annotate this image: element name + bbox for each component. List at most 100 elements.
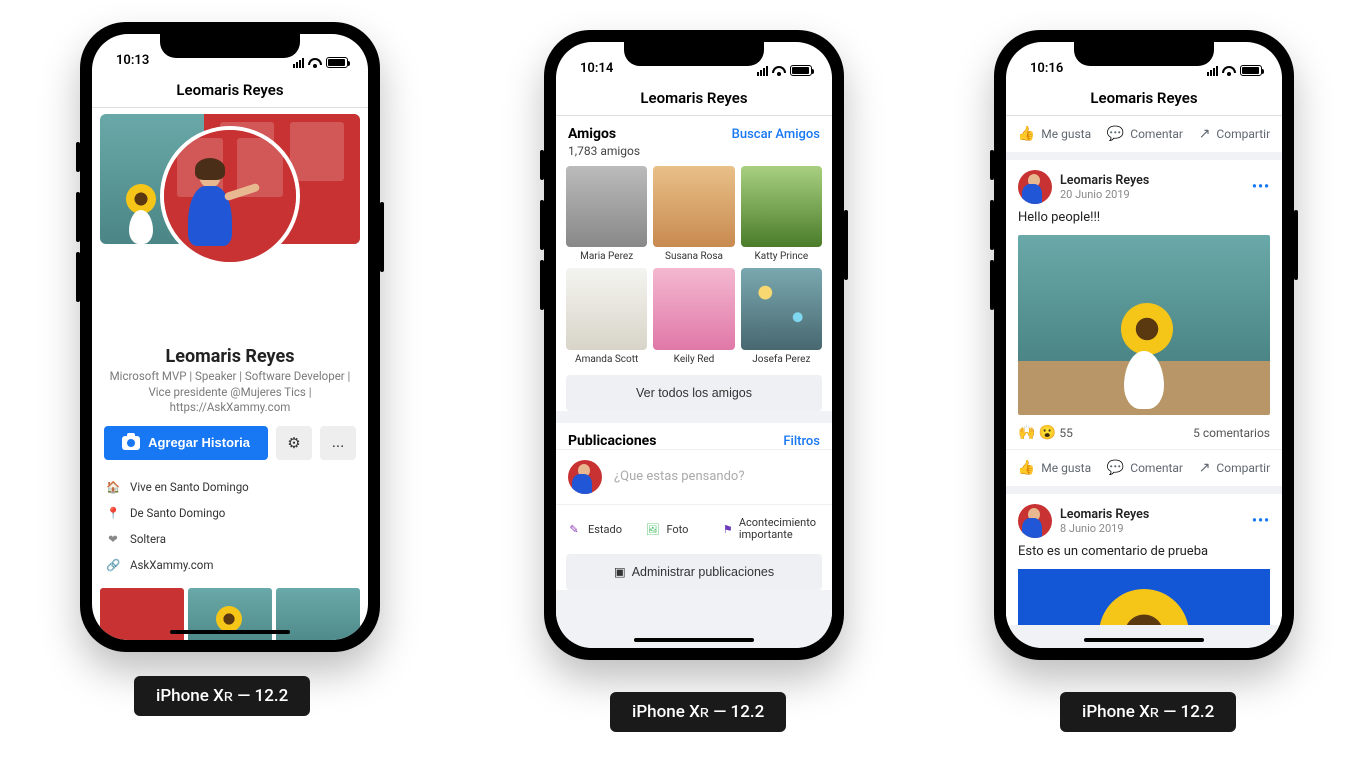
friends-grid: Maria Perez Susana Rosa Katty Prince Ama…	[556, 166, 832, 375]
manage-posts-button[interactable]: ▣ Administrar publicaciones	[566, 554, 822, 590]
friend-card[interactable]: Amanda Scott	[566, 268, 647, 364]
composer-avatar	[568, 460, 602, 494]
home-icon: 🏠	[106, 480, 120, 494]
more-button[interactable]: ...	[320, 426, 356, 460]
device-frame-1: 10:13 Leomaris Reyes Leomaris Reyes Micr…	[80, 22, 380, 652]
info-row-status[interactable]: ❤ Soltera	[106, 526, 354, 552]
manage-icon: ▣	[614, 565, 626, 579]
post-image[interactable]	[1018, 235, 1270, 415]
manage-label: Administrar publicaciones	[632, 565, 774, 579]
comments-count[interactable]: 5 comentarios	[1193, 426, 1270, 440]
add-story-button[interactable]: Agregar Historia	[104, 426, 268, 460]
post-menu-button[interactable]: •••	[1252, 513, 1270, 529]
status-button[interactable]: ✎Estado	[562, 513, 640, 546]
profile-name: Leomaris Reyes	[104, 346, 356, 367]
friend-card[interactable]: Susana Rosa	[653, 166, 734, 262]
friend-name: Amanda Scott	[575, 354, 638, 365]
wifi-icon	[772, 66, 786, 76]
reaction-count[interactable]: 55	[1059, 426, 1073, 440]
screen-2: 10:14 Leomaris Reyes Amigos Buscar Amigo…	[556, 42, 832, 648]
thumb-icon: 👍	[1018, 126, 1035, 142]
wifi-icon	[1222, 66, 1236, 76]
friends-scroll[interactable]: Amigos Buscar Amigos 1,783 amigos Maria …	[556, 116, 832, 648]
profile-scroll[interactable]: Leomaris Reyes Microsoft MVP | Speaker |…	[92, 108, 368, 640]
info-row-home[interactable]: 🏠 Vive en Santo Domingo	[106, 474, 354, 500]
device-label-1: iPhone Xʀ — 12.2	[134, 676, 310, 716]
event-button[interactable]: ⚑Acontecimiento importante	[719, 513, 826, 546]
about-list: 🏠 Vive en Santo Domingo 📍De Santo Domingo…	[92, 470, 368, 582]
post-avatar[interactable]	[1018, 504, 1052, 538]
like-button[interactable]: 👍Me gusta	[1018, 460, 1091, 476]
action-label: Estado	[588, 523, 622, 536]
battery-icon	[1240, 65, 1262, 76]
screen-1: 10:13 Leomaris Reyes Leomaris Reyes Micr…	[92, 34, 368, 640]
share-icon: ↗	[1199, 126, 1211, 142]
heart-icon: ❤	[106, 532, 120, 546]
post-date: 20 Junio 2019	[1060, 188, 1149, 201]
battery-icon	[326, 57, 348, 68]
friend-card[interactable]: Keily Red	[653, 268, 734, 364]
info-row-link[interactable]: 🔗 AskXammy.com	[106, 552, 354, 578]
reaction-icons[interactable]: 🙌 😮	[1018, 425, 1056, 441]
profile-avatar[interactable]	[160, 126, 300, 266]
nav-title: Leomaris Reyes	[92, 72, 368, 108]
feed-scroll[interactable]: 👍Me gusta 💬Comentar ↗Compartir Leomaris …	[1006, 116, 1282, 648]
link-icon: 🔗	[106, 558, 120, 572]
like-button[interactable]: 👍Me gusta	[1018, 126, 1091, 142]
info-text: AskXammy.com	[130, 558, 213, 572]
friend-name: Josefa Perez	[752, 354, 810, 365]
gear-icon: ⚙	[287, 434, 300, 452]
friend-card[interactable]: Josefa Perez	[741, 268, 822, 364]
clock: 10:16	[1030, 61, 1063, 76]
post-avatar[interactable]	[1018, 170, 1052, 204]
nav-title: Leomaris Reyes	[556, 80, 832, 116]
post-author[interactable]: Leomaris Reyes	[1060, 507, 1149, 522]
friend-card[interactable]: Maria Perez	[566, 166, 647, 262]
post-header: Leomaris Reyes 20 Junio 2019 •••	[1006, 160, 1282, 210]
signal-icon	[293, 58, 304, 68]
photo-button[interactable]: 🖼Foto	[640, 513, 718, 546]
camera-icon	[122, 436, 140, 450]
comment-icon: 💬	[1107, 126, 1124, 142]
composer[interactable]: ¿Que estas pensando?	[556, 449, 832, 504]
home-indicator[interactable]	[1084, 638, 1204, 642]
home-indicator[interactable]	[634, 638, 754, 642]
more-icon: ...	[332, 434, 345, 451]
signal-icon	[1207, 66, 1218, 76]
device-frame-3: 10:16 Leomaris Reyes 👍Me gusta 💬 Comentar…	[994, 30, 1294, 660]
action-label: Compartir	[1216, 461, 1270, 475]
posts-header: Publicaciones	[568, 433, 656, 449]
share-button[interactable]: ↗Compartir	[1199, 126, 1270, 142]
device-frame-2: 10:14 Leomaris Reyes Amigos Buscar Amigo…	[544, 30, 844, 660]
share-button[interactable]: ↗Compartir	[1199, 460, 1270, 476]
comment-button[interactable]: 💬Comentar	[1107, 460, 1183, 476]
action-label: Comentar	[1130, 127, 1183, 141]
friends-count: 1,783 amigos	[556, 142, 832, 166]
signal-icon	[757, 66, 768, 76]
home-indicator[interactable]	[170, 630, 290, 634]
settings-button[interactable]: ⚙	[276, 426, 312, 460]
post-menu-button[interactable]: •••	[1252, 179, 1270, 195]
post-text: Esto es un comentario de prueba	[1006, 544, 1282, 565]
post-author[interactable]: Leomaris Reyes	[1060, 173, 1149, 188]
device-label-3: iPhone Xʀ — 12.2	[1060, 692, 1236, 732]
find-friends-link[interactable]: Buscar Amigos	[732, 127, 820, 142]
post-header: Leomaris Reyes 8 Junio 2019 •••	[1006, 494, 1282, 544]
see-all-friends-button[interactable]: Ver todos los amigos	[566, 375, 822, 411]
info-text: Vive en Santo Domingo	[130, 480, 249, 494]
post-image[interactable]	[1018, 569, 1270, 625]
action-label: Acontecimiento importante	[739, 517, 822, 542]
info-text: Soltera	[130, 532, 166, 546]
action-label: Comentar	[1130, 461, 1183, 475]
comment-button[interactable]: 💬 Comentar	[1107, 126, 1183, 142]
filters-link[interactable]: Filtros	[783, 434, 820, 449]
photo-icon: 🖼	[644, 523, 660, 536]
info-row-from[interactable]: 📍De Santo Domingo	[106, 500, 354, 526]
friend-name: Keily Red	[674, 354, 715, 365]
pin-icon: 📍	[106, 506, 120, 520]
friend-card[interactable]: Katty Prince	[741, 166, 822, 262]
wifi-icon	[308, 58, 322, 68]
composer-placeholder: ¿Que estas pensando?	[614, 469, 744, 484]
friend-name: Susana Rosa	[665, 251, 723, 262]
friends-section: Amigos Buscar Amigos 1,783 amigos Maria …	[556, 116, 832, 411]
